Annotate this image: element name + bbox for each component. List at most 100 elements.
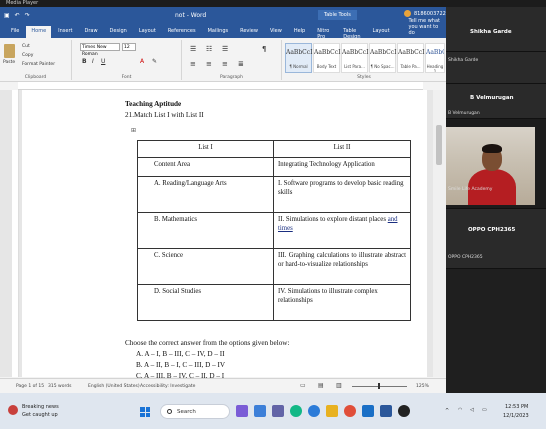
tab-insert[interactable]: Insert xyxy=(53,26,77,38)
format-painter-button[interactable]: Format Painter xyxy=(22,62,55,67)
ribbon-tabs: File Home Insert Draw Design Layout Refe… xyxy=(0,18,446,46)
tab-nitro[interactable]: Nitro Pro 10 xyxy=(312,26,336,46)
copy-button[interactable]: Copy xyxy=(22,53,33,58)
participant-tile[interactable]: OPPO CPH2365 OPPO CPH2365 xyxy=(446,209,546,269)
whatsapp-icon[interactable] xyxy=(290,405,302,417)
language-status[interactable]: English (United States) xyxy=(88,384,140,389)
volume-icon[interactable]: ◁ xyxy=(470,407,474,413)
table-cell: Integrating Technology Application xyxy=(273,157,411,177)
highlight-icon[interactable]: ✎ xyxy=(152,58,157,65)
tab-review[interactable]: Review xyxy=(235,26,263,38)
clock-time[interactable]: 12:53 PM xyxy=(505,404,528,410)
media-player-icon[interactable] xyxy=(398,405,410,417)
italic-button[interactable]: I xyxy=(92,58,94,65)
style-body-text[interactable]: AaBbCcI Body Text xyxy=(313,43,340,73)
participant-name: OPPO CPH2365 xyxy=(468,227,516,233)
cut-button[interactable]: Cut xyxy=(22,44,30,49)
style-no-spacing[interactable]: AaBbCcI ¶ No Spac... xyxy=(369,43,396,73)
tray-chevron-icon[interactable]: ^ xyxy=(445,408,449,414)
tab-draw[interactable]: Draw xyxy=(79,26,102,38)
news-subtitle[interactable]: Get caught up xyxy=(22,412,58,418)
scrollbar-thumb[interactable] xyxy=(436,125,442,165)
tab-references[interactable]: References xyxy=(163,26,201,38)
vertical-ruler[interactable] xyxy=(12,90,19,377)
start-icon[interactable] xyxy=(140,407,150,417)
zoom-level[interactable]: 125% xyxy=(416,384,429,389)
multilevel-list-icon[interactable]: ☰ xyxy=(222,45,228,53)
style-name: Body Text xyxy=(316,64,337,69)
ribbon: Paste Cut Copy Format Painter Clipboard … xyxy=(0,38,446,82)
style-sample: AaBbC xyxy=(426,49,445,56)
participant-label: OPPO CPH2365 xyxy=(448,255,483,260)
font-name-select[interactable]: Times New Roman xyxy=(80,43,120,57)
undo-icon[interactable]: ↶ xyxy=(15,12,20,19)
file-explorer-icon[interactable] xyxy=(326,405,338,417)
tab-file[interactable]: File xyxy=(6,26,24,38)
document-page[interactable]: Teaching Aptitude 21.Match List I with L… xyxy=(22,90,427,380)
align-center-icon[interactable]: ≡ xyxy=(206,60,212,68)
style-list-paragraph[interactable]: AaBbCcI List Para... xyxy=(341,43,368,73)
edge-icon[interactable] xyxy=(308,405,320,417)
teams-icon[interactable] xyxy=(272,405,284,417)
tab-home[interactable]: Home xyxy=(26,26,52,38)
page-count[interactable]: Page 1 of 15 xyxy=(16,384,44,389)
paste-button[interactable]: Paste xyxy=(3,60,15,65)
pilcrow-icon[interactable]: ¶ xyxy=(262,45,266,53)
participant-tile[interactable]: Shikha Garde xyxy=(446,7,546,52)
tell-me-search[interactable]: Tell me what you want to do xyxy=(405,16,446,38)
style-sample: AaBbCcI xyxy=(342,49,369,56)
tab-view[interactable]: View xyxy=(265,26,287,38)
clock-date[interactable]: 12/1/2023 xyxy=(503,413,529,419)
justify-icon[interactable]: ≣ xyxy=(238,60,244,68)
news-title[interactable]: Breaking news xyxy=(22,404,59,410)
tab-mailings[interactable]: Mailings xyxy=(203,26,234,38)
align-right-icon[interactable]: ≡ xyxy=(222,60,228,68)
network-icon[interactable]: ◠ xyxy=(458,407,462,413)
word-count[interactable]: 315 words xyxy=(48,384,71,389)
zoom-slider-knob[interactable] xyxy=(378,383,380,389)
user-account[interactable]: 8186003722.68 xyxy=(404,10,446,17)
tab-table-design[interactable]: Table Design xyxy=(338,26,365,40)
news-icon[interactable] xyxy=(8,405,18,415)
doc-heading: Teaching Aptitude xyxy=(125,100,182,108)
participant-video-tile[interactable]: Smile Life Academy xyxy=(446,119,546,209)
chrome-icon[interactable] xyxy=(344,405,356,417)
taskbar-search[interactable]: Search xyxy=(160,404,230,419)
styles-group: AaBbCcI ¶ Normal AaBbCcI Body Text AaBbCcI… xyxy=(282,40,446,80)
word-icon[interactable] xyxy=(380,405,392,417)
doc-instruction: Choose the correct answer from the optio… xyxy=(125,339,290,347)
align-left-icon[interactable]: ≡ xyxy=(190,60,196,68)
vertical-scrollbar[interactable] xyxy=(433,90,446,377)
participant-tile[interactable]: B Velmurugan B Velmurugan xyxy=(446,84,546,119)
tab-table-layout[interactable]: Layout xyxy=(368,26,395,38)
table-cell: III. Graphing calculations to illustrate… xyxy=(273,248,411,285)
task-view-icon[interactable] xyxy=(236,405,248,417)
numbering-icon[interactable]: ☷ xyxy=(206,45,212,53)
participant-tile[interactable]: Shikha Garde xyxy=(446,52,546,84)
tab-design[interactable]: Design xyxy=(105,26,132,38)
bold-button[interactable]: B xyxy=(82,58,87,65)
web-layout-icon[interactable]: ▥ xyxy=(336,382,342,389)
font-color-button[interactable]: A xyxy=(140,58,144,65)
style-table-paragraph[interactable]: AaBbCcI Table Pa... xyxy=(397,43,424,73)
mail-icon[interactable] xyxy=(362,405,374,417)
redo-icon[interactable]: ↷ xyxy=(25,12,30,19)
bullets-icon[interactable]: ☰ xyxy=(190,45,196,53)
focus-icon[interactable]: ▭ xyxy=(300,382,306,389)
save-icon[interactable]: ▣ xyxy=(4,12,10,19)
horizontal-ruler[interactable] xyxy=(18,82,423,90)
tab-help[interactable]: Help xyxy=(289,26,310,38)
table-move-handle-icon[interactable]: ⊞ xyxy=(131,127,136,134)
widgets-icon[interactable] xyxy=(254,405,266,417)
style-heading-1[interactable]: AaBbC Heading 1 xyxy=(425,43,445,73)
tab-layout[interactable]: Layout xyxy=(134,26,161,38)
paste-icon[interactable] xyxy=(4,44,15,58)
table-tools-context: Table Tools xyxy=(318,10,357,20)
underline-button[interactable]: U xyxy=(101,58,105,65)
battery-icon[interactable]: ▭ xyxy=(482,407,487,413)
accessibility-status[interactable]: Accessibility: Investigate xyxy=(140,384,195,389)
font-size-select[interactable]: 12 xyxy=(122,43,136,51)
print-layout-icon[interactable]: ▤ xyxy=(318,382,324,389)
paragraph-label: Paragraph xyxy=(219,75,244,80)
style-normal[interactable]: AaBbCcI ¶ Normal xyxy=(285,43,312,73)
